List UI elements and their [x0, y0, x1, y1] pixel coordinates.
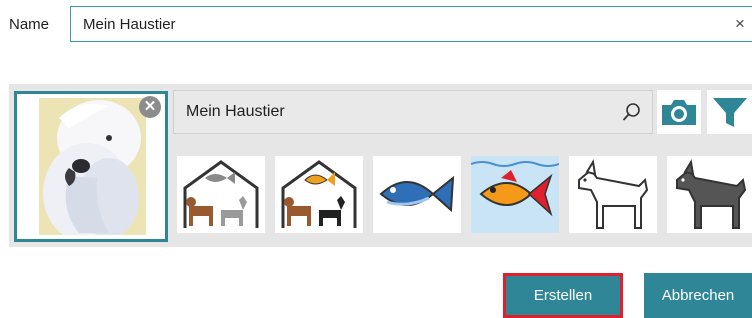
pets-house-goldfish-icon [275, 160, 363, 237]
filter-button[interactable] [707, 90, 752, 134]
cockatoo-photo [39, 98, 146, 235]
symbol-search-box[interactable] [173, 90, 653, 134]
camera-button[interactable] [657, 90, 701, 134]
name-label: Name [9, 16, 50, 33]
gray-dog-icon [667, 159, 752, 237]
symbol-tile-pets-house-1[interactable] [177, 156, 265, 233]
create-button[interactable]: Erstellen [503, 273, 623, 318]
remove-image-button[interactable]: ✕ [139, 96, 161, 118]
search-icon[interactable] [622, 102, 642, 127]
name-input[interactable] [71, 7, 711, 41]
goldfish-icon [470, 161, 560, 237]
symbol-tile-blue-fish[interactable] [373, 156, 461, 233]
symbol-tile-white-dog[interactable] [569, 156, 657, 233]
name-field[interactable]: × [70, 6, 752, 42]
symbol-tile-goldfish[interactable] [470, 156, 560, 233]
white-dog-icon [569, 159, 657, 237]
symbol-tile-gray-dog[interactable] [667, 156, 752, 233]
camera-icon [657, 100, 701, 138]
cancel-button[interactable]: Abbrechen [644, 273, 752, 318]
filter-icon [707, 98, 752, 138]
symbol-tile-pets-house-2[interactable] [275, 156, 363, 233]
clear-name-icon[interactable]: × [735, 15, 745, 33]
pets-house-gray-fish-icon [177, 160, 265, 237]
blue-fish-icon [373, 175, 461, 237]
symbol-search-input[interactable] [174, 91, 594, 133]
